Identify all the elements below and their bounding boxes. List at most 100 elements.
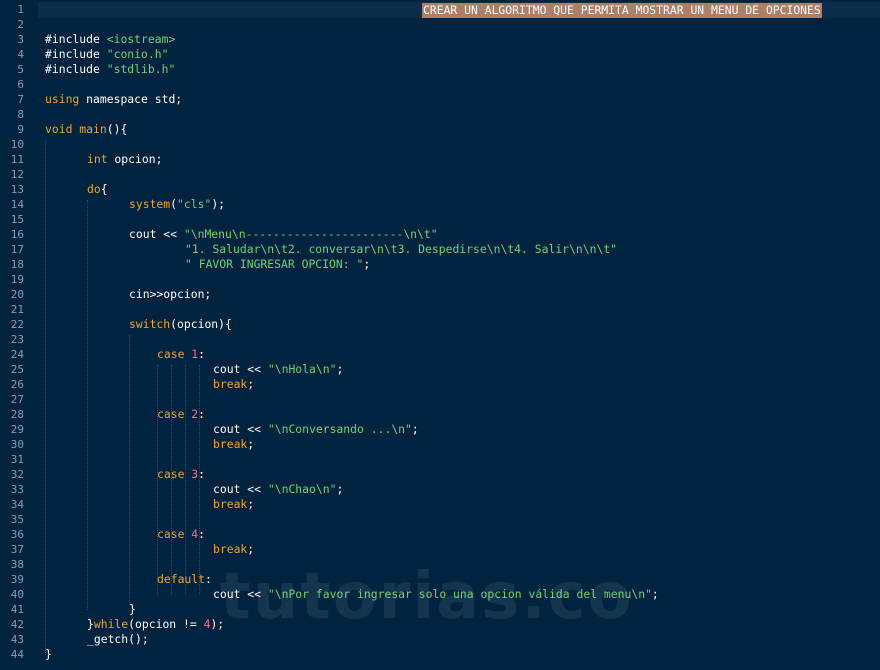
number-literal: 4 xyxy=(184,527,199,541)
code-line-18[interactable]: " FAVOR INGRESAR OPCION: "; xyxy=(185,257,370,272)
code-text: : xyxy=(198,527,206,541)
line-number: 11 xyxy=(10,153,24,166)
code-text: ; xyxy=(247,377,255,391)
code-line-32[interactable]: case 3: xyxy=(157,467,205,482)
code-line-40[interactable]: cout << "\nPor favor ingresar solo una o… xyxy=(213,587,659,602)
number-literal: 3 xyxy=(184,467,199,481)
string-literal: " FAVOR INGRESAR OPCION: " xyxy=(185,257,364,271)
number-literal: 1 xyxy=(184,347,199,361)
code-text: cout << xyxy=(213,362,268,376)
code-line-41[interactable]: } xyxy=(129,602,136,617)
line-number: 27 xyxy=(10,393,24,406)
code-line-17[interactable]: "1. Saludar\n\t2. conversar\n\t3. Desped… xyxy=(185,242,617,257)
line-number: 1 xyxy=(17,3,24,16)
line-number: 29 xyxy=(10,423,24,436)
code-line-22[interactable]: switch(opcion){ xyxy=(129,317,232,332)
code-line-28[interactable]: case 2: xyxy=(157,407,205,422)
include-target: "stdlib.h" xyxy=(106,62,176,76)
code-text: ; xyxy=(247,497,255,511)
preprocessor: #include xyxy=(45,47,107,61)
code-line-25[interactable]: cout << "\nHola\n"; xyxy=(213,362,343,377)
code-line-7[interactable]: using namespace std; xyxy=(45,92,182,107)
code-line-16[interactable]: cout << "\nMenu\n-----------------------… xyxy=(129,227,438,242)
code-line-11[interactable]: int opcion; xyxy=(87,152,162,167)
code-line-42[interactable]: }while(opcion != 4); xyxy=(87,617,224,632)
code-line-3[interactable]: #include <iostream> xyxy=(45,32,175,47)
code-line-9[interactable]: void main(){ xyxy=(45,122,127,137)
code-text: } xyxy=(129,602,136,616)
string-literal: "\nConversando ...\n" xyxy=(267,422,412,436)
code-text: ; xyxy=(336,482,344,496)
line-number: 32 xyxy=(10,468,24,481)
line-number: 31 xyxy=(10,453,24,466)
code-text: ; xyxy=(411,422,419,436)
string-literal: "\nChao\n" xyxy=(267,482,337,496)
string-literal: "cls" xyxy=(177,197,212,211)
code-line-33[interactable]: cout << "\nChao\n"; xyxy=(213,482,343,497)
code-text: : xyxy=(198,347,206,361)
line-number: 26 xyxy=(10,378,24,391)
line-number: 3 xyxy=(17,33,24,46)
code-text: cout << xyxy=(213,422,268,436)
code-text: ; xyxy=(247,542,255,556)
code-text: ); xyxy=(211,197,226,211)
code-line-30[interactable]: break; xyxy=(213,437,254,452)
line-number: 42 xyxy=(10,618,24,631)
code-line-14[interactable]: system("cls"); xyxy=(129,197,225,212)
line-number: 15 xyxy=(10,213,24,226)
code-line-34[interactable]: break; xyxy=(213,497,254,512)
code-line-37[interactable]: break; xyxy=(213,542,254,557)
keyword: int xyxy=(87,152,108,166)
code-line-43[interactable]: _getch(); xyxy=(87,632,149,647)
line-number: 19 xyxy=(10,273,24,286)
code-text: ); xyxy=(210,617,225,631)
code-line-20[interactable]: cin>>opcion; xyxy=(129,287,211,302)
code-text: ; xyxy=(363,257,371,271)
code-text: : xyxy=(198,467,206,481)
line-number: 38 xyxy=(10,558,24,571)
keyword: using xyxy=(45,92,80,106)
keyword: break xyxy=(213,497,248,511)
code-line-39[interactable]: default: xyxy=(157,572,212,587)
string-literal: "1. Saludar\n\t2. conversar\n\t3. Desped… xyxy=(185,242,618,256)
line-number: 24 xyxy=(10,348,24,361)
code-text: ; xyxy=(336,362,344,376)
code-line-4[interactable]: #include "conio.h" xyxy=(45,47,168,62)
code-editor[interactable]: 1 2 3 4 5 6 7 8 9 10 11 12 13 14 15 16 17 18 19 20 21 22 23 24 2… xyxy=(0,0,880,670)
line-number: 28 xyxy=(10,408,24,421)
line-number: 34 xyxy=(10,498,24,511)
code-line-24[interactable]: case 1: xyxy=(157,347,205,362)
keyword: do xyxy=(87,182,101,196)
code-text: : xyxy=(205,572,212,586)
line-number: 4 xyxy=(17,48,24,61)
include-target: "conio.h" xyxy=(106,47,169,61)
keyword: while xyxy=(93,617,129,631)
preprocessor: #include xyxy=(45,32,107,46)
code-text: { xyxy=(100,182,108,196)
keyword: break xyxy=(213,377,248,391)
code-line-13[interactable]: do{ xyxy=(87,182,108,197)
preprocessor: #include xyxy=(45,62,107,76)
selected-comment-text[interactable]: CREAR UN ALGORITMO QUE PERMITA MOSTRAR U… xyxy=(422,3,822,18)
function-call: system xyxy=(129,197,171,211)
code-line-26[interactable]: break; xyxy=(213,377,254,392)
string-literal: "\nMenu\n-----------------------\n\t" xyxy=(183,227,438,241)
number-literal: 2 xyxy=(184,407,199,421)
code-text: ; xyxy=(651,587,659,601)
line-number: 10 xyxy=(10,138,24,151)
line-number: 41 xyxy=(10,603,24,616)
code-text: ; xyxy=(247,437,255,451)
code-line-29[interactable]: cout << "\nConversando ...\n"; xyxy=(213,422,419,437)
line-number: 30 xyxy=(10,438,24,451)
code-text: } xyxy=(45,647,52,661)
line-number: 18 xyxy=(10,258,24,271)
line-number: 8 xyxy=(17,108,24,121)
keyword: case xyxy=(157,467,185,481)
line-number: 21 xyxy=(10,303,24,316)
line-number: 39 xyxy=(10,573,24,586)
code-line-44[interactable]: } xyxy=(45,647,52,662)
string-literal: "\nPor favor ingresar solo una opcion vá… xyxy=(267,587,652,601)
indent-guide xyxy=(129,335,130,605)
code-line-36[interactable]: case 4: xyxy=(157,527,205,542)
code-line-5[interactable]: #include "stdlib.h" xyxy=(45,62,175,77)
